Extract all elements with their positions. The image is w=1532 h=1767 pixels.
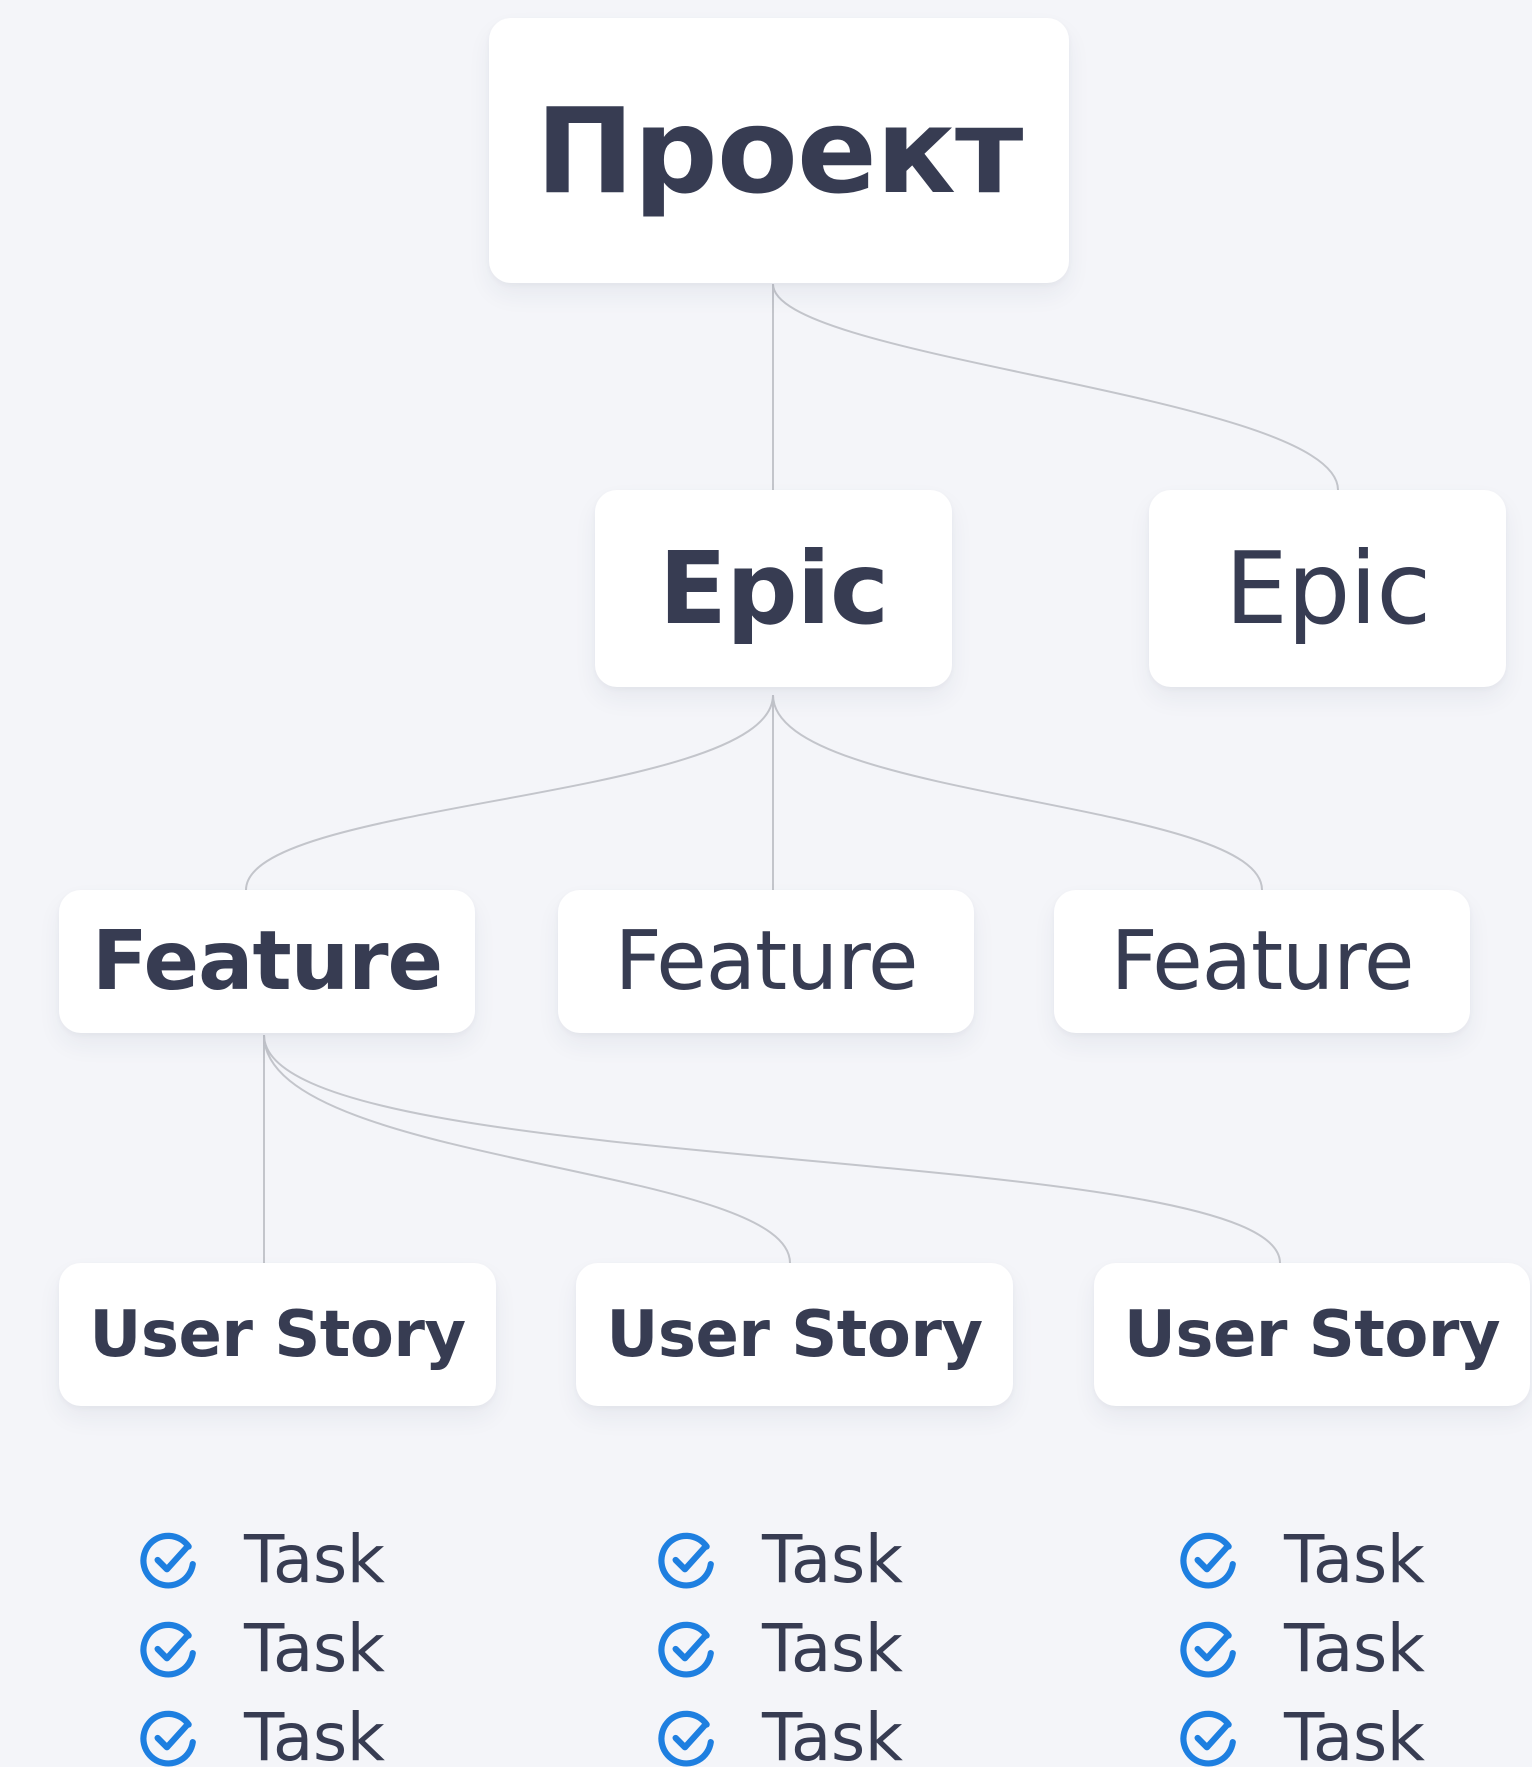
user-story-label: User Story bbox=[606, 1297, 983, 1372]
connector-project-epic-2 bbox=[772, 283, 1339, 491]
check-circle-icon-graphic bbox=[658, 1532, 714, 1589]
check-circle-icon-graphic bbox=[1180, 1532, 1236, 1589]
project-node: Проект bbox=[489, 18, 1069, 283]
hierarchy-diagram: Проект Epic Epic Feature Feature Feature… bbox=[0, 0, 1532, 1767]
check-circle-icon bbox=[1178, 1707, 1240, 1767]
task-label: Task bbox=[762, 1521, 903, 1598]
check-circle-icon-graphic bbox=[658, 1710, 714, 1767]
check-circle-icon-graphic bbox=[140, 1710, 196, 1767]
user-story-node-1: User Story bbox=[59, 1263, 496, 1406]
check-circle-icon bbox=[1178, 1529, 1240, 1591]
task-label: Task bbox=[244, 1521, 385, 1598]
check-circle-icon-graphic bbox=[1180, 1621, 1236, 1678]
user-story-node-2: User Story bbox=[576, 1263, 1013, 1406]
user-story-label: User Story bbox=[1123, 1297, 1501, 1372]
check-circle-icon bbox=[138, 1529, 200, 1591]
task-list-2: Task Task Task bbox=[656, 1515, 986, 1767]
task-item: Task bbox=[1178, 1693, 1508, 1767]
feature-node-2: Feature bbox=[558, 890, 974, 1033]
check-circle-icon bbox=[1178, 1618, 1240, 1680]
check-circle-icon-graphic bbox=[1180, 1710, 1236, 1767]
feature-node-1: Feature bbox=[59, 890, 475, 1033]
task-item: Task bbox=[656, 1515, 986, 1604]
epic-node-1: Epic bbox=[595, 490, 952, 687]
check-circle-icon bbox=[656, 1707, 718, 1767]
task-label: Task bbox=[1284, 1699, 1425, 1767]
check-circle-icon bbox=[138, 1707, 200, 1767]
epic-node-2: Epic bbox=[1149, 490, 1506, 687]
user-story-label: User Story bbox=[89, 1297, 466, 1372]
connector-feature-story-3 bbox=[263, 1034, 1281, 1264]
task-label: Task bbox=[762, 1699, 903, 1767]
check-circle-icon-graphic bbox=[140, 1621, 196, 1678]
epic-label: Epic bbox=[658, 530, 889, 647]
task-item: Task bbox=[138, 1693, 468, 1767]
task-item: Task bbox=[656, 1693, 986, 1767]
feature-node-3: Feature bbox=[1054, 890, 1470, 1033]
feature-label: Feature bbox=[91, 914, 443, 1009]
task-item: Task bbox=[1178, 1604, 1508, 1693]
task-label: Task bbox=[1284, 1521, 1425, 1598]
task-item: Task bbox=[1178, 1515, 1508, 1604]
epic-label: Epic bbox=[1224, 530, 1431, 647]
task-list-3: Task Task Task bbox=[1178, 1515, 1508, 1767]
connector-feature-story-2 bbox=[263, 1034, 791, 1264]
user-story-node-3: User Story bbox=[1094, 1263, 1530, 1406]
connector-epic-feature-3 bbox=[772, 694, 1263, 891]
task-label: Task bbox=[244, 1610, 385, 1687]
project-label: Проект bbox=[535, 81, 1024, 220]
feature-label: Feature bbox=[614, 914, 919, 1009]
connector-epic-feature-1 bbox=[245, 694, 774, 891]
check-circle-icon bbox=[138, 1618, 200, 1680]
task-item: Task bbox=[138, 1515, 468, 1604]
task-label: Task bbox=[1284, 1610, 1425, 1687]
task-item: Task bbox=[138, 1604, 468, 1693]
check-circle-icon bbox=[656, 1529, 718, 1591]
check-circle-icon bbox=[656, 1618, 718, 1680]
task-item: Task bbox=[656, 1604, 986, 1693]
task-label: Task bbox=[244, 1699, 385, 1767]
check-circle-icon-graphic bbox=[140, 1532, 196, 1589]
task-list-1: Task Task Task bbox=[138, 1515, 468, 1767]
task-label: Task bbox=[762, 1610, 903, 1687]
feature-label: Feature bbox=[1110, 914, 1415, 1009]
check-circle-icon-graphic bbox=[658, 1621, 714, 1678]
